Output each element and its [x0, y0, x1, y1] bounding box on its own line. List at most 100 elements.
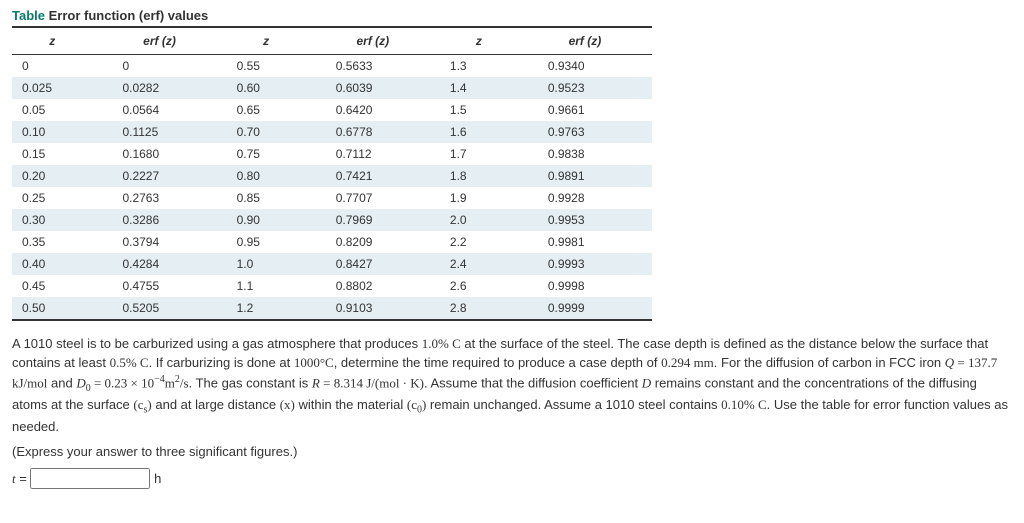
table-cell: 1.9 — [440, 187, 518, 209]
table-row: 0.450.47551.10.88022.60.9998 — [12, 275, 652, 297]
answer-unit: h — [154, 471, 161, 486]
table-header: z — [440, 27, 518, 55]
text: . For the diffusion of carbon in FCC iro… — [714, 355, 945, 370]
value: = 8.314 J/(mol · K) — [320, 375, 424, 390]
table-cell: 0.9891 — [518, 165, 652, 187]
table-cell: 0.9953 — [518, 209, 652, 231]
table-cell: 0.4284 — [92, 253, 226, 275]
answer-row: t = h — [12, 468, 1012, 489]
table-cell: 0.95 — [227, 231, 306, 253]
table-cell: 0.40 — [12, 253, 92, 275]
value: 0.294 mm — [661, 355, 714, 370]
table-header: erf (z) — [518, 27, 652, 55]
table-row: 000.550.56331.30.9340 — [12, 55, 652, 78]
table-cell: 0.8802 — [306, 275, 440, 297]
text: . If carburizing is done at — [149, 355, 294, 370]
math-var: R — [312, 375, 320, 390]
table-cell: 0.4755 — [92, 275, 226, 297]
text: and at large distance — [152, 397, 280, 412]
table-header: z — [227, 27, 306, 55]
value: 1.0% C — [422, 336, 461, 351]
table-cell: 0.20 — [12, 165, 92, 187]
table-cell: 0.7112 — [306, 143, 440, 165]
table-row: 0.300.32860.900.79692.00.9953 — [12, 209, 652, 231]
table-cell: 0.80 — [227, 165, 306, 187]
table-cell: 2.0 — [440, 209, 518, 231]
text: . Assume that the diffusion coefficient — [424, 375, 642, 390]
table-cell: 0 — [12, 55, 92, 78]
table-cell: 0.2763 — [92, 187, 226, 209]
table-row: 0.250.27630.850.77071.90.9928 — [12, 187, 652, 209]
table-cell: 0.7707 — [306, 187, 440, 209]
table-row: 0.050.05640.650.64201.50.9661 — [12, 99, 652, 121]
table-cell: 0.9523 — [518, 77, 652, 99]
table-cell: 0.65 — [227, 99, 306, 121]
table-cell: 0.7421 — [306, 165, 440, 187]
math-var: D — [76, 375, 85, 390]
value: = 0.23 × 10 — [91, 375, 154, 390]
math-var: Q — [945, 355, 954, 370]
table-cell: 0.1125 — [92, 121, 226, 143]
table-cell: 1.4 — [440, 77, 518, 99]
table-cell: 1.6 — [440, 121, 518, 143]
table-cell: 0.0564 — [92, 99, 226, 121]
table-header: erf (z) — [92, 27, 226, 55]
table-cell: 0 — [92, 55, 226, 78]
table-cell: 2.6 — [440, 275, 518, 297]
table-cell: 0.50 — [12, 297, 92, 320]
table-header: z — [12, 27, 92, 55]
table-cell: 2.2 — [440, 231, 518, 253]
table-cell: 0.8209 — [306, 231, 440, 253]
table-row: 0.350.37940.950.82092.20.9981 — [12, 231, 652, 253]
problem-paragraph-1: A 1010 steel is to be carburized using a… — [12, 335, 1012, 437]
table-row: 0.200.22270.800.74211.80.9891 — [12, 165, 652, 187]
table-cell: 1.0 — [227, 253, 306, 275]
table-cell: 0.9981 — [518, 231, 652, 253]
unit: /s — [180, 375, 189, 390]
table-cell: 0.9998 — [518, 275, 652, 297]
table-cell: 0.6039 — [306, 77, 440, 99]
table-cell: 0.70 — [227, 121, 306, 143]
text: and — [47, 375, 76, 390]
value: 0.10% C — [721, 397, 767, 412]
value: 1000°C — [294, 355, 334, 370]
erf-table: zerf (z)zerf (z)zerf (z) 000.550.56331.3… — [12, 26, 652, 321]
answer-input[interactable] — [30, 468, 150, 489]
table-caption-word: Table — [12, 8, 45, 23]
table-cell: 1.3 — [440, 55, 518, 78]
table-row: 0.100.11250.700.67781.60.9763 — [12, 121, 652, 143]
table-cell: 0.35 — [12, 231, 92, 253]
table-row: 0.400.42841.00.84272.40.9993 — [12, 253, 652, 275]
table-cell: 0.1680 — [92, 143, 226, 165]
table-cell: 0.025 — [12, 77, 92, 99]
text: remain unchanged. Assume a 1010 steel co… — [426, 397, 721, 412]
table-cell: 1.5 — [440, 99, 518, 121]
table-row: 0.150.16800.750.71121.70.9838 — [12, 143, 652, 165]
table-cell: 0.55 — [227, 55, 306, 78]
table-cell: 1.2 — [227, 297, 306, 320]
table-cell: 0.10 — [12, 121, 92, 143]
table-cell: 1.8 — [440, 165, 518, 187]
table-cell: 0.9838 — [518, 143, 652, 165]
table-cell: 0.9993 — [518, 253, 652, 275]
text: . The gas constant is — [189, 375, 312, 390]
math-var: D — [642, 375, 651, 390]
table-cell: 0.5205 — [92, 297, 226, 320]
value: 0.5% C — [110, 355, 149, 370]
table-cell: 0.30 — [12, 209, 92, 231]
paren: (c — [407, 397, 417, 412]
table-caption-rest: Error function (erf) values — [49, 8, 209, 23]
table-cell: 0.3794 — [92, 231, 226, 253]
table-cell: 0.90 — [227, 209, 306, 231]
superscript: −4 — [154, 374, 165, 385]
table-cell: 2.8 — [440, 297, 518, 320]
table-row: 0.500.52051.20.91032.80.9999 — [12, 297, 652, 320]
table-caption: Table Error function (erf) values — [12, 8, 1012, 23]
paren: (c — [133, 397, 143, 412]
table-cell: 0.8427 — [306, 253, 440, 275]
table-cell: 0.6420 — [306, 99, 440, 121]
table-cell: 0.5633 — [306, 55, 440, 78]
table-cell: 0.45 — [12, 275, 92, 297]
table-cell: 0.60 — [227, 77, 306, 99]
table-cell: 1.7 — [440, 143, 518, 165]
